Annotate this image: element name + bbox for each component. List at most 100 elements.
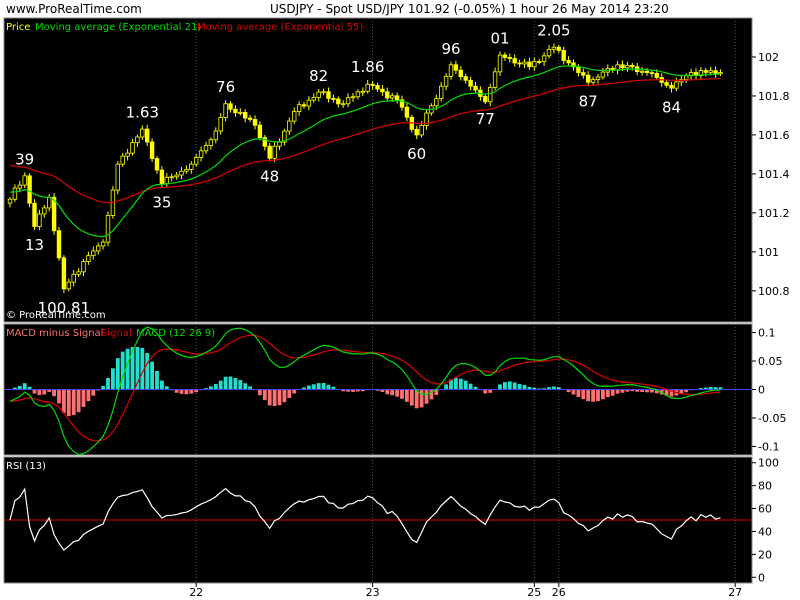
macd-hist-bar[interactable] [571,389,576,395]
macd-hist-bar[interactable] [272,389,277,407]
candle-body[interactable] [7,198,13,204]
macd-hist-bar[interactable] [32,389,37,394]
macd-hist-bar[interactable] [517,383,522,390]
macd-hist-bar[interactable] [591,389,595,402]
candle-body[interactable] [448,64,454,77]
macd-hist-bar[interactable] [238,380,243,390]
macd-hist-bar[interactable] [52,389,56,397]
candle-body[interactable] [380,88,385,93]
candle-body[interactable] [551,46,557,50]
macd-hist-bar[interactable] [243,383,248,390]
candle-body[interactable] [267,145,272,159]
candle-body[interactable] [257,124,263,139]
candle-body[interactable] [630,64,635,68]
candle-body[interactable] [497,54,503,73]
macd-hist-bar[interactable] [463,380,468,390]
candle-body[interactable] [340,103,346,106]
candle-body[interactable] [208,139,214,146]
candle-body[interactable] [438,85,444,99]
candle-body[interactable] [537,61,542,63]
candle-body[interactable] [296,104,302,112]
candle-body[interactable] [336,98,341,105]
macd-hist-bar[interactable] [498,384,502,390]
macd-hist-bar[interactable] [287,389,292,398]
candle-body[interactable] [242,111,248,119]
macd-hist-bar[interactable] [111,368,115,390]
macd-hist-bar[interactable] [37,389,42,396]
candle-body[interactable] [189,163,194,170]
candle-body[interactable] [105,215,111,243]
macd-hist-bar[interactable] [62,389,66,413]
candle-body[interactable] [228,103,233,110]
macd-hist-bar[interactable] [81,389,86,407]
candle-body[interactable] [306,99,312,107]
macd-hist-bar[interactable] [86,389,91,402]
candle-body[interactable] [154,158,160,171]
candle-body[interactable] [12,187,18,200]
macd-hist-bar[interactable] [145,353,150,390]
macd-hist-bar[interactable] [140,347,145,390]
macd-hist-bar[interactable] [424,389,429,404]
candle-body[interactable] [458,69,463,78]
macd-hist-bar[interactable] [512,382,517,390]
candle-body[interactable] [453,64,459,71]
candle-body[interactable] [556,46,561,51]
macd-hist-bar[interactable] [277,389,282,406]
candle-body[interactable] [541,55,547,63]
candle-body[interactable] [22,175,27,186]
candle-body[interactable] [468,79,473,87]
candle-body[interactable] [169,176,174,179]
candle-body[interactable] [502,54,508,58]
macd-hist-bar[interactable] [596,389,600,402]
candle-body[interactable] [639,70,645,73]
macd-hist-bar[interactable] [576,389,581,398]
candle-body[interactable] [223,103,228,118]
candle-body[interactable] [507,57,512,59]
candle-body[interactable] [81,261,86,273]
candle-body[interactable] [566,60,571,64]
macd-hist-bar[interactable] [605,389,610,398]
macd-hist-bar[interactable] [258,389,262,396]
candle-body[interactable] [600,71,606,78]
candle-body[interactable] [287,120,292,132]
macd-hist-bar[interactable] [507,381,512,390]
macd-hist-bar[interactable] [106,377,110,390]
macd-hist-bar[interactable] [483,389,488,394]
candle-body[interactable] [664,82,669,86]
macd-hist-bar[interactable] [213,383,218,390]
candle-body[interactable] [247,117,253,120]
candle-body[interactable] [149,141,155,159]
candle-body[interactable] [590,79,596,83]
candle-body[interactable] [316,91,321,98]
candle-body[interactable] [233,108,238,114]
candle-body[interactable] [674,81,679,89]
candle-body[interactable] [581,72,586,76]
candle-body[interactable] [595,76,601,80]
candle-body[interactable] [546,48,552,57]
macd-hist-bar[interactable] [189,389,194,394]
candle-body[interactable] [61,257,67,290]
macd-hist-bar[interactable] [601,389,605,400]
candle-body[interactable] [277,141,282,147]
candle-body[interactable] [130,142,135,154]
candle-body[interactable] [625,64,630,69]
candle-body[interactable] [213,130,218,141]
candle-body[interactable] [71,273,76,283]
candle-body[interactable] [561,49,566,61]
candle-body[interactable] [115,163,120,191]
macd-hist-bar[interactable] [395,389,399,397]
candle-body[interactable] [66,281,71,290]
candle-body[interactable] [179,170,184,176]
candle-body[interactable] [252,119,258,126]
macd-hist-bar[interactable] [282,389,287,403]
candle-body[interactable] [684,75,689,81]
candle-body[interactable] [144,128,150,143]
candle-body[interactable] [91,250,96,257]
candle-body[interactable] [37,213,42,227]
candle-body[interactable] [350,96,356,99]
macd-hist-bar[interactable] [267,389,272,406]
candle-body[interactable] [27,175,32,204]
candle-body[interactable] [713,70,718,74]
candle-body[interactable] [174,174,179,178]
candle-body[interactable] [483,96,488,103]
